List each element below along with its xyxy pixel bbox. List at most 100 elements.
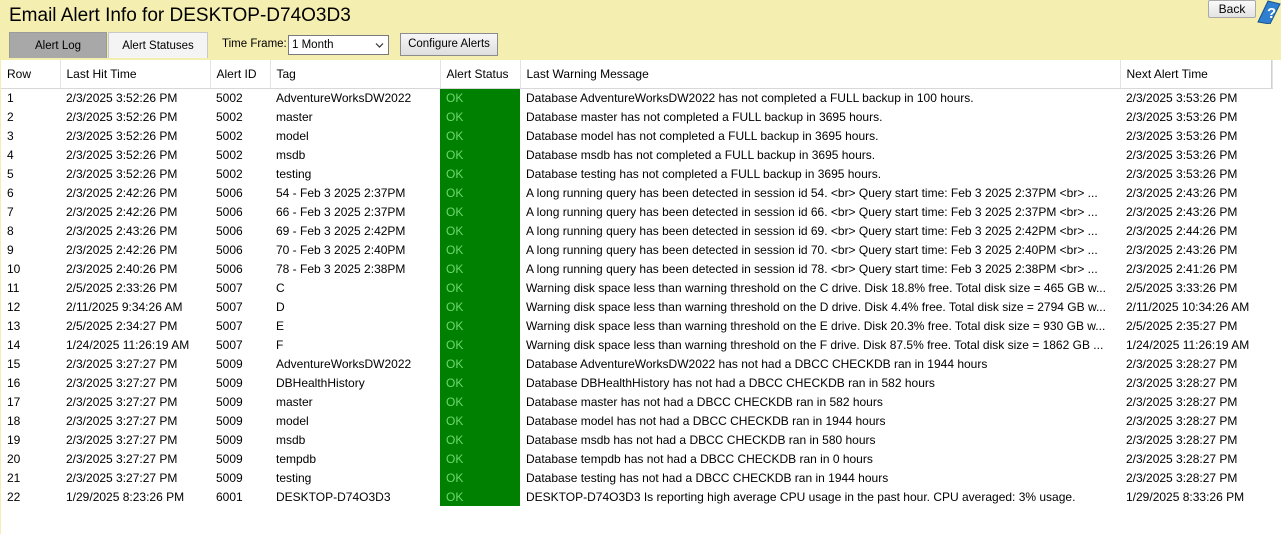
tab-alert-statuses[interactable]: Alert Statuses — [108, 32, 208, 58]
last-hit-time-cell[interactable]: 2/3/2025 3:27:27 PM — [60, 373, 210, 392]
alert-id-cell[interactable]: 5002 — [210, 145, 270, 164]
alert-id-cell[interactable]: 5006 — [210, 240, 270, 259]
row-number-cell[interactable]: 22 — [1, 487, 60, 506]
next-alert-time-cell[interactable]: 2/3/2025 2:44:26 PM — [1120, 221, 1272, 240]
next-alert-time-cell[interactable]: 2/3/2025 3:28:27 PM — [1120, 373, 1272, 392]
row-number-cell[interactable]: 6 — [1, 183, 60, 202]
alert-status-cell[interactable]: OK — [440, 411, 520, 430]
table-row[interactable]: 9 2/3/2025 2:42:26 PM 5006 70 - Feb 3 2025 … — [1, 240, 1272, 259]
row-number-cell[interactable]: 14 — [1, 335, 60, 354]
alert-status-cell[interactable]: OK — [440, 449, 520, 468]
alert-id-cell[interactable]: 5009 — [210, 449, 270, 468]
table-row[interactable]: 18 2/3/2025 3:27:27 PM 5009 model OK Database… — [1, 411, 1272, 430]
last-hit-time-cell[interactable]: 2/3/2025 3:52:26 PM — [60, 88, 210, 107]
table-row[interactable]: 19 2/3/2025 3:27:27 PM 5009 msdb OK Database … — [1, 430, 1272, 449]
last-hit-time-cell[interactable]: 2/3/2025 3:27:27 PM — [60, 411, 210, 430]
tag-cell[interactable]: 66 - Feb 3 2025 2:37PM — [270, 202, 440, 221]
last-warning-message-cell[interactable]: Database master has not completed a FULL… — [520, 107, 1120, 126]
next-alert-time-cell[interactable]: 2/3/2025 3:53:26 PM — [1120, 107, 1272, 126]
row-number-cell[interactable]: 3 — [1, 126, 60, 145]
last-warning-message-cell[interactable]: A long running query has been detected i… — [520, 259, 1120, 278]
table-row[interactable]: 2 2/3/2025 3:52:26 PM 5002 master OK Database… — [1, 107, 1272, 126]
next-alert-time-cell[interactable]: 1/29/2025 8:33:26 PM — [1120, 487, 1272, 506]
last-warning-message-cell[interactable]: A long running query has been detected i… — [520, 240, 1120, 259]
alert-id-cell[interactable]: 5009 — [210, 373, 270, 392]
next-alert-time-cell[interactable]: 2/3/2025 3:53:26 PM — [1120, 126, 1272, 145]
alert-status-cell[interactable]: OK — [440, 202, 520, 221]
last-hit-time-cell[interactable]: 2/3/2025 3:27:27 PM — [60, 449, 210, 468]
alert-status-cell[interactable]: OK — [440, 354, 520, 373]
alert-id-cell[interactable]: 5002 — [210, 164, 270, 183]
last-hit-time-cell[interactable]: 1/29/2025 8:23:26 PM — [60, 487, 210, 506]
last-warning-message-cell[interactable]: DESKTOP-D74O3D3 Is reporting high averag… — [520, 487, 1120, 506]
alert-id-cell[interactable]: 5002 — [210, 126, 270, 145]
tag-cell[interactable]: AdventureWorksDW2022 — [270, 88, 440, 107]
table-row[interactable]: 17 2/3/2025 3:27:27 PM 5009 master OK Databas… — [1, 392, 1272, 411]
last-hit-time-cell[interactable]: 2/5/2025 2:33:26 PM — [60, 278, 210, 297]
tag-cell[interactable]: D — [270, 297, 440, 316]
table-row[interactable]: 10 2/3/2025 2:40:26 PM 5006 78 - Feb 3 2025… — [1, 259, 1272, 278]
alert-id-cell[interactable]: 5002 — [210, 107, 270, 126]
last-hit-time-cell[interactable]: 2/3/2025 3:52:26 PM — [60, 107, 210, 126]
alert-id-cell[interactable]: 5007 — [210, 297, 270, 316]
last-warning-message-cell[interactable]: A long running query has been detected i… — [520, 183, 1120, 202]
tag-cell[interactable]: testing — [270, 468, 440, 487]
header-next-alert-time[interactable]: Next Alert Time — [1120, 60, 1273, 89]
header-row[interactable]: Row — [1, 60, 61, 89]
alert-status-cell[interactable]: OK — [440, 259, 520, 278]
tag-cell[interactable]: 78 - Feb 3 2025 2:38PM — [270, 259, 440, 278]
next-alert-time-cell[interactable]: 2/3/2025 2:43:26 PM — [1120, 183, 1272, 202]
alert-id-cell[interactable]: 5009 — [210, 468, 270, 487]
table-row[interactable]: 12 2/11/2025 9:34:26 AM 5007 D OK Warning dis… — [1, 297, 1272, 316]
last-hit-time-cell[interactable]: 2/3/2025 2:42:26 PM — [60, 240, 210, 259]
next-alert-time-cell[interactable]: 2/5/2025 2:35:27 PM — [1120, 316, 1272, 335]
tag-cell[interactable]: model — [270, 411, 440, 430]
table-row[interactable]: 22 1/29/2025 8:23:26 PM 6001 DESKTOP-D74O3D… — [1, 487, 1272, 506]
last-warning-message-cell[interactable]: Warning disk space less than warning thr… — [520, 316, 1120, 335]
table-row[interactable]: 4 2/3/2025 3:52:26 PM 5002 msdb OK Database m… — [1, 145, 1272, 164]
tag-cell[interactable]: msdb — [270, 145, 440, 164]
next-alert-time-cell[interactable]: 2/3/2025 2:43:26 PM — [1120, 202, 1272, 221]
table-row[interactable]: 15 2/3/2025 3:27:27 PM 5009 AdventureWorksD… — [1, 354, 1272, 373]
row-number-cell[interactable]: 13 — [1, 316, 60, 335]
last-hit-time-cell[interactable]: 2/3/2025 3:27:27 PM — [60, 354, 210, 373]
alert-status-cell[interactable]: OK — [440, 240, 520, 259]
table-row[interactable]: 3 2/3/2025 3:52:26 PM 5002 model OK Database … — [1, 126, 1272, 145]
next-alert-time-cell[interactable]: 2/5/2025 3:33:26 PM — [1120, 278, 1272, 297]
table-row[interactable]: 8 2/3/2025 2:43:26 PM 5006 69 - Feb 3 2025 … — [1, 221, 1272, 240]
alert-id-cell[interactable]: 5009 — [210, 392, 270, 411]
tag-cell[interactable]: E — [270, 316, 440, 335]
next-alert-time-cell[interactable]: 2/3/2025 3:28:27 PM — [1120, 468, 1272, 487]
alert-status-cell[interactable]: OK — [440, 88, 520, 107]
next-alert-time-cell[interactable]: 2/3/2025 3:28:27 PM — [1120, 430, 1272, 449]
row-number-cell[interactable]: 2 — [1, 107, 60, 126]
alert-id-cell[interactable]: 6001 — [210, 487, 270, 506]
last-hit-time-cell[interactable]: 2/3/2025 2:42:26 PM — [60, 202, 210, 221]
next-alert-time-cell[interactable]: 1/24/2025 11:26:19 AM — [1120, 335, 1272, 354]
tag-cell[interactable]: DBHealthHistory — [270, 373, 440, 392]
header-alert-id[interactable]: Alert ID — [210, 60, 271, 89]
table-row[interactable]: 7 2/3/2025 2:42:26 PM 5006 66 - Feb 3 2025 … — [1, 202, 1272, 221]
last-warning-message-cell[interactable]: Database tempdb has not had a DBCC CHECK… — [520, 449, 1120, 468]
alert-id-cell[interactable]: 5006 — [210, 183, 270, 202]
tag-cell[interactable]: master — [270, 107, 440, 126]
alert-status-cell[interactable]: OK — [440, 221, 520, 240]
next-alert-time-cell[interactable]: 2/3/2025 3:28:27 PM — [1120, 354, 1272, 373]
row-number-cell[interactable]: 4 — [1, 145, 60, 164]
alert-status-cell[interactable]: OK — [440, 487, 520, 506]
alert-id-cell[interactable]: 5006 — [210, 259, 270, 278]
last-hit-time-cell[interactable]: 2/3/2025 2:40:26 PM — [60, 259, 210, 278]
alert-id-cell[interactable]: 5006 — [210, 221, 270, 240]
last-hit-time-cell[interactable]: 2/3/2025 2:42:26 PM — [60, 183, 210, 202]
help-icon[interactable]: ? — [1255, 0, 1281, 25]
last-hit-time-cell[interactable]: 2/3/2025 2:43:26 PM — [60, 221, 210, 240]
row-number-cell[interactable]: 16 — [1, 373, 60, 392]
row-number-cell[interactable]: 17 — [1, 392, 60, 411]
row-number-cell[interactable]: 11 — [1, 278, 60, 297]
tag-cell[interactable]: msdb — [270, 430, 440, 449]
tag-cell[interactable]: C — [270, 278, 440, 297]
row-number-cell[interactable]: 21 — [1, 468, 60, 487]
row-number-cell[interactable]: 7 — [1, 202, 60, 221]
tag-cell[interactable]: AdventureWorksDW2022 — [270, 354, 440, 373]
last-warning-message-cell[interactable]: Database AdventureWorksDW2022 has not co… — [520, 88, 1120, 107]
